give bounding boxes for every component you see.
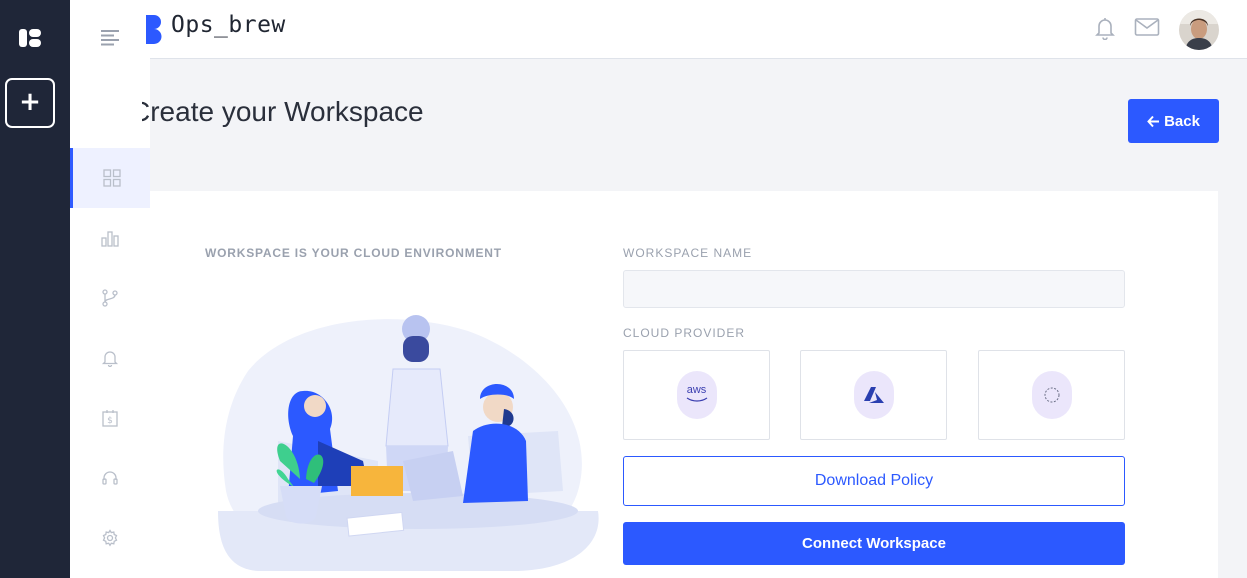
- grid-icon: [102, 169, 121, 187]
- cloud-provider-label: CLOUD PROVIDER: [623, 326, 746, 340]
- top-header: Ops_brew: [146, 0, 1247, 59]
- aws-icon: aws: [676, 371, 717, 419]
- notifications-bell-icon[interactable]: [1094, 16, 1116, 40]
- brand-name[interactable]: Ops_brew: [171, 12, 286, 38]
- arrow-left-icon: [1147, 115, 1160, 127]
- app-logo-icon: [19, 29, 41, 47]
- add-workspace-button[interactable]: +: [5, 78, 55, 128]
- sidebar-item-pipelines[interactable]: [70, 268, 150, 328]
- back-button[interactable]: Back: [1128, 99, 1219, 143]
- team-illustration: [218, 315, 599, 571]
- bell-icon: [101, 351, 119, 367]
- headset-icon: [102, 471, 118, 485]
- workspace-card: WORKSPACE IS YOUR CLOUD ENVIRONMENT WORK…: [150, 191, 1218, 578]
- billing-icon: $: [102, 410, 118, 427]
- workspace-name-input[interactable]: [623, 270, 1125, 308]
- sidebar-nav: $: [70, 0, 150, 578]
- git-branch-icon: [102, 289, 118, 307]
- sidebar-item-support[interactable]: [70, 448, 150, 508]
- sidebar-item-settings[interactable]: [70, 508, 150, 568]
- menu-icon[interactable]: [101, 28, 119, 46]
- workspace-rail: +: [0, 0, 70, 578]
- workspace-caption: WORKSPACE IS YOUR CLOUD ENVIRONMENT: [205, 246, 502, 260]
- provider-gcp-option[interactable]: [978, 350, 1125, 440]
- brand-logo-icon: [146, 15, 162, 44]
- page-title-text: Create your Workspace: [142, 96, 424, 127]
- svg-text:$: $: [107, 416, 113, 426]
- avatar-photo-icon: [1179, 10, 1219, 50]
- gear-icon: [102, 529, 118, 547]
- download-policy-button[interactable]: Download Policy: [623, 456, 1125, 506]
- app-root: + $ Ops_brew Create your Workspace Back …: [0, 0, 1247, 578]
- provider-aws-option[interactable]: aws: [623, 350, 770, 440]
- sidebar-item-billing[interactable]: $: [70, 388, 150, 448]
- back-button-label: Back: [1164, 112, 1200, 130]
- user-avatar[interactable]: [1179, 10, 1219, 50]
- sidebar-item-alerts[interactable]: [70, 328, 150, 388]
- provider-azure-option[interactable]: [800, 350, 947, 440]
- connect-workspace-button[interactable]: Connect Workspace: [623, 522, 1125, 565]
- mail-icon[interactable]: [1134, 17, 1160, 37]
- aws-logo-text: aws: [686, 384, 707, 396]
- bar-chart-icon: [101, 231, 119, 247]
- gcp-icon: [1031, 371, 1072, 419]
- sidebar-item-dashboard[interactable]: [70, 148, 150, 208]
- page-title: Create your Workspace: [142, 96, 542, 136]
- azure-icon: [853, 371, 894, 419]
- sidebar-item-analytics[interactable]: [70, 208, 150, 268]
- workspace-name-label: WORKSPACE NAME: [623, 246, 753, 260]
